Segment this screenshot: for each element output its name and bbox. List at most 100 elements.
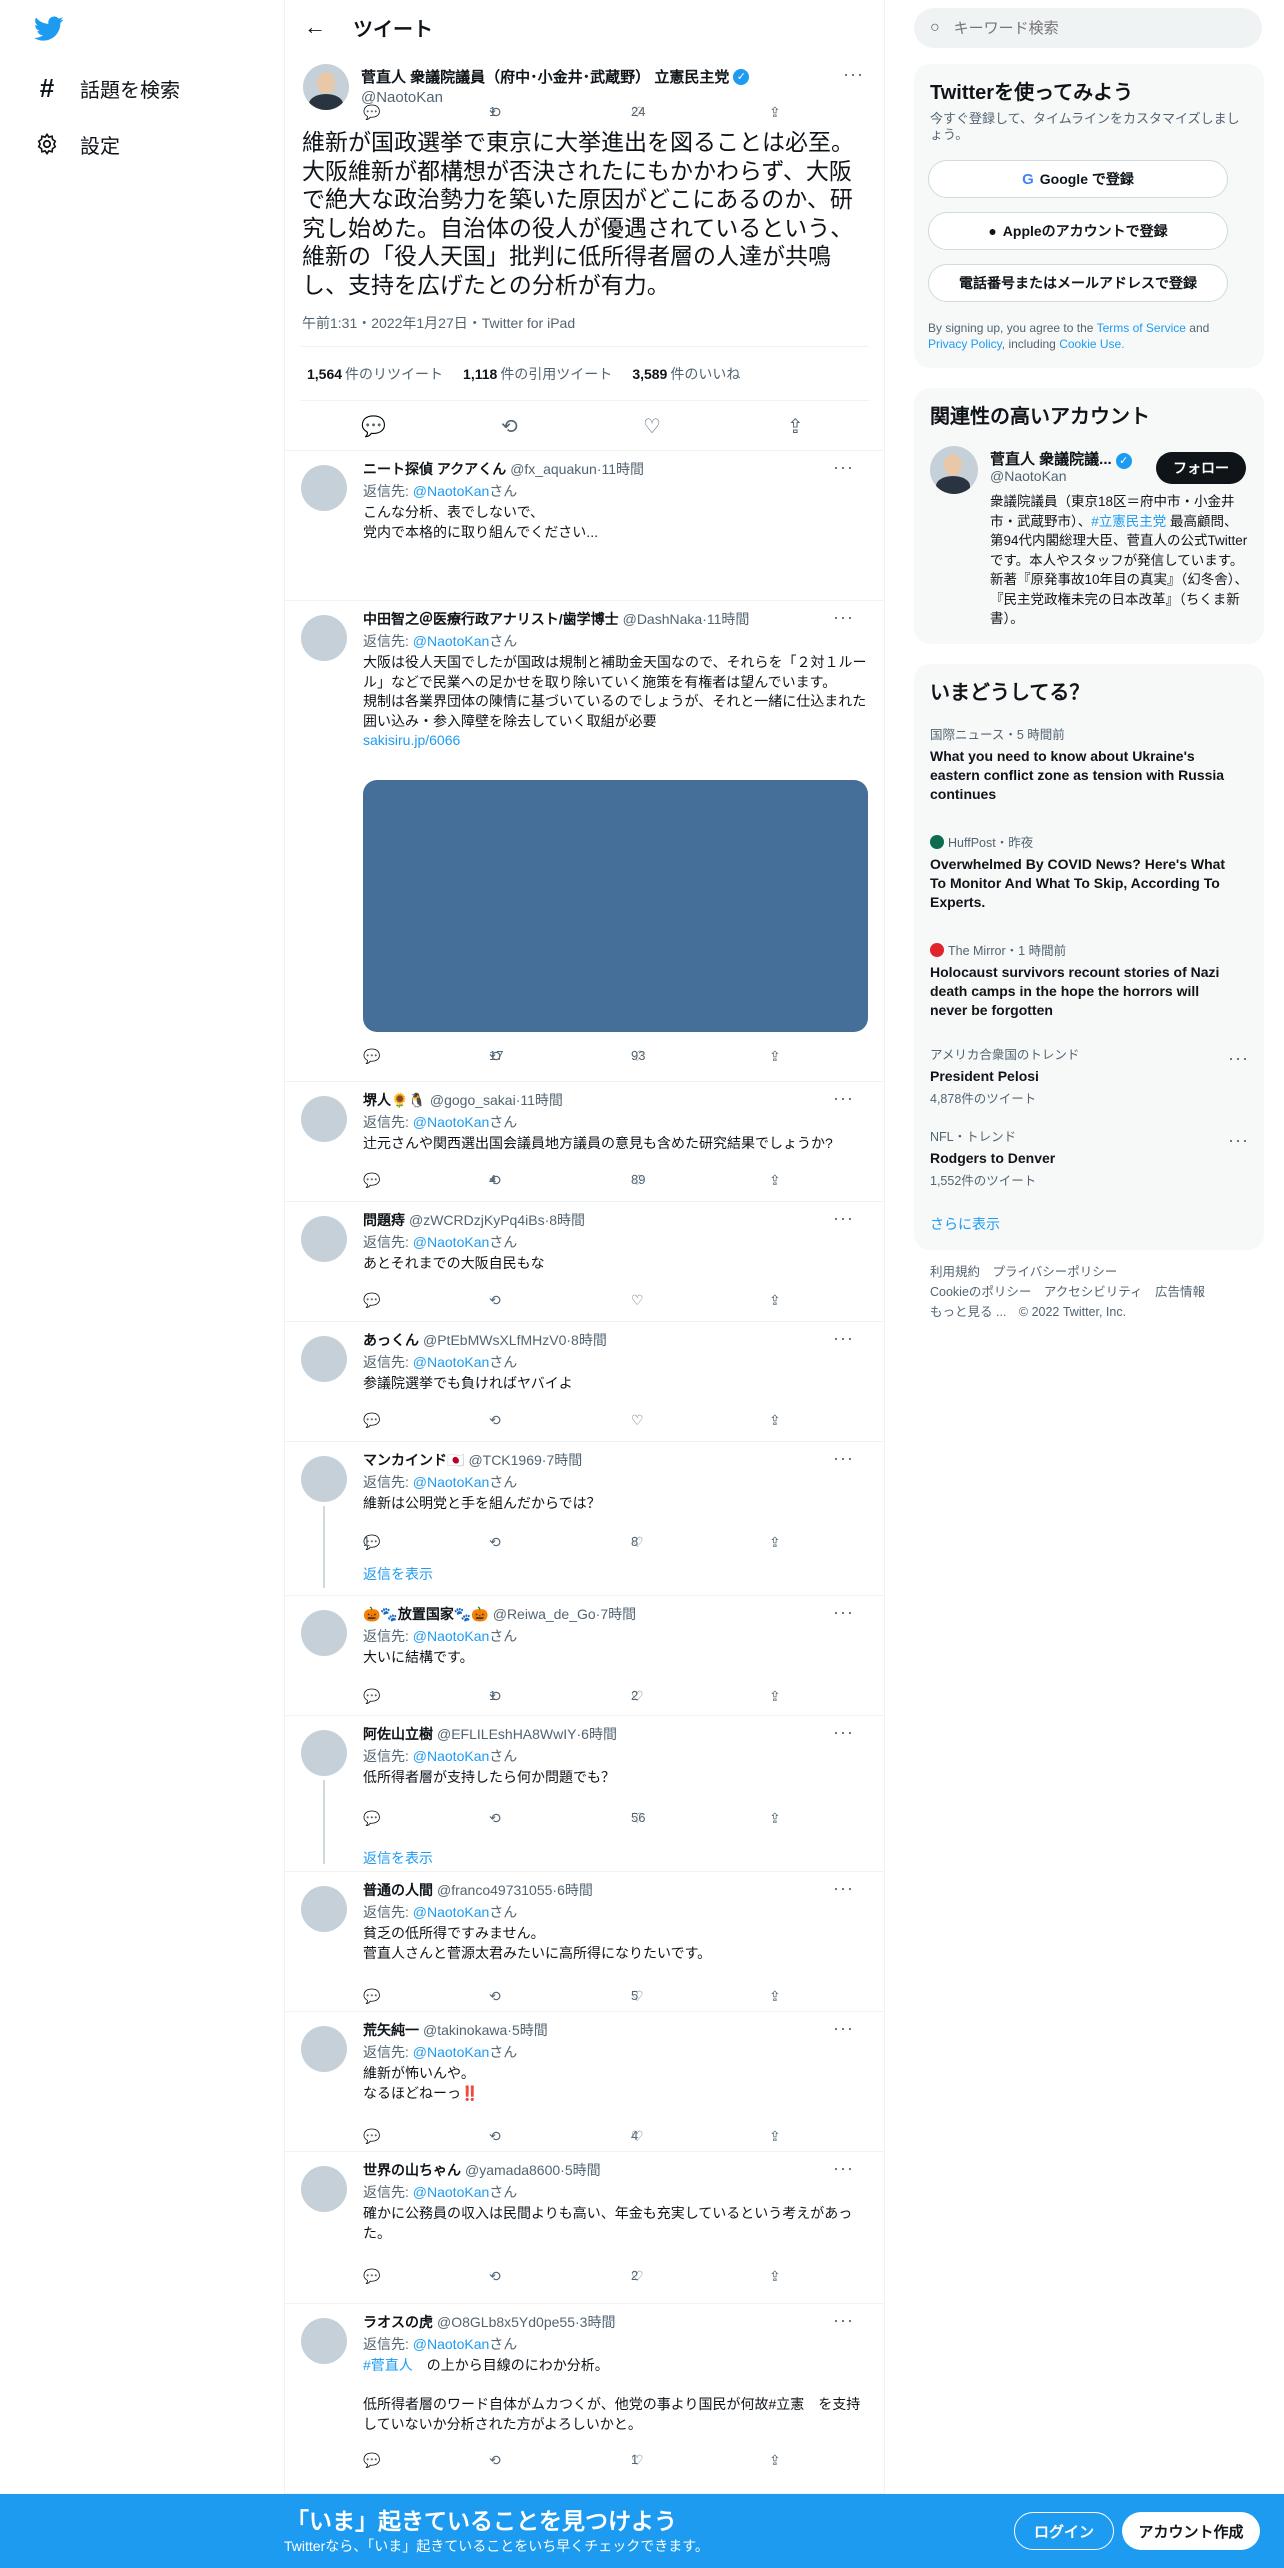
tweet-meta[interactable]: 午前1:31・2022年1月27日・Twitter for iPad bbox=[302, 313, 575, 333]
reply-author-name[interactable]: ニート探偵 アクアくん bbox=[363, 459, 506, 479]
twitter-logo-icon[interactable] bbox=[34, 16, 64, 42]
nav-explore[interactable]: # 話題を検索 bbox=[34, 68, 180, 108]
more-icon[interactable]: ··· bbox=[833, 1328, 854, 1349]
reply-time[interactable]: 5時間 bbox=[565, 2160, 601, 2180]
reply-author-name[interactable]: あっくん bbox=[363, 1330, 419, 1350]
more-icon[interactable]: ··· bbox=[833, 607, 854, 628]
more-icon[interactable]: ··· bbox=[833, 2310, 854, 2331]
reply-to-link[interactable]: @NaotoKan bbox=[413, 1628, 489, 1644]
reply-author-handle[interactable]: @yamada8600 bbox=[465, 2162, 560, 2178]
like-count[interactable]: 3,589 件のいいね bbox=[632, 364, 740, 384]
follow-button[interactable]: フォロー bbox=[1156, 452, 1246, 484]
reply-author-name[interactable]: 阿佐山立樹 bbox=[363, 1724, 433, 1744]
reply-author-handle[interactable]: @gogo_sakai bbox=[430, 1092, 516, 1108]
reply-author-name[interactable]: 問題痔 bbox=[363, 1210, 405, 1230]
more-icon[interactable]: ··· bbox=[1228, 1048, 1249, 1069]
author-name[interactable]: 菅直人 衆議院議員（府中･小金井･武蔵野） 立憲民主党 ✓ bbox=[361, 66, 750, 87]
reply-author-name[interactable]: 世界の山ちゃん bbox=[363, 2160, 461, 2180]
reply-hashtag[interactable]: #菅直人 bbox=[363, 2357, 413, 2373]
google-signup-button[interactable]: G Google で登録 bbox=[928, 160, 1228, 198]
reply-author-handle[interactable]: @takinokawa bbox=[423, 2022, 507, 2038]
quote-count[interactable]: 1,118 件の引用ツイート bbox=[463, 364, 612, 384]
avatar[interactable] bbox=[301, 615, 347, 661]
reply-time[interactable]: 5時間 bbox=[512, 2020, 548, 2040]
reply-tweet[interactable]: 荒矢純一 @takinokawa · 5時間 ··· 返信先: @NaotoKanさん 維新… bbox=[285, 2012, 885, 2152]
reply-tweet[interactable]: あっくん @PtEbMWsXLfMHzV0 · 8時間 ··· 返信先: @NaotoKa… bbox=[285, 1322, 885, 1442]
more-icon[interactable]: ··· bbox=[833, 1722, 854, 1743]
reply-author-handle[interactable]: @TCK1969 bbox=[468, 1452, 541, 1468]
reply-author-handle[interactable]: @O8GLb8x5Yd0pe55 bbox=[437, 2314, 575, 2330]
reply-to-link[interactable]: @NaotoKan bbox=[413, 1114, 489, 1130]
reply-author-handle[interactable]: @Reiwa_de_Go bbox=[493, 1606, 596, 1622]
reply-tweet[interactable]: ラオスの虎 @O8GLb8x5Yd0pe55 · 3時間 ··· 返信先: @NaotoK… bbox=[285, 2304, 885, 2494]
reply-tweet[interactable]: 堺人🌻🐧 @gogo_sakai · 11時間 ··· 返信先: @NaotoKanさん辻… bbox=[285, 1082, 885, 1202]
avatar[interactable] bbox=[930, 446, 978, 494]
reply-to-link[interactable]: @NaotoKan bbox=[413, 1354, 489, 1370]
reply-author-name[interactable]: 堺人🌻🐧 bbox=[363, 1090, 426, 1110]
reply-time[interactable]: 8時間 bbox=[571, 1330, 607, 1350]
reply-author-name[interactable]: 中田智之＠医療行政アナリスト/歯学博士 bbox=[363, 609, 619, 629]
trend-item[interactable]: NFL・トレンド Rodgers to Denver 1,552件のツイート bbox=[930, 1126, 1240, 1189]
more-icon[interactable]: ··· bbox=[833, 2018, 854, 2039]
more-icon[interactable]: ··· bbox=[833, 1448, 854, 1469]
reply-time[interactable]: 11時間 bbox=[520, 1090, 563, 1110]
reply-icon[interactable]: 💬 bbox=[361, 414, 386, 439]
reply-author-name[interactable]: マンカインド🇯🇵 bbox=[363, 1450, 464, 1470]
reply-author-handle[interactable]: @franco49731055 bbox=[437, 1882, 552, 1898]
retweet-icon[interactable]: ⟲ bbox=[501, 414, 518, 439]
more-icon[interactable]: ··· bbox=[833, 457, 854, 478]
reply-author-handle[interactable]: @PtEbMWsXLfMHzV0 bbox=[423, 1332, 566, 1348]
avatar[interactable] bbox=[301, 465, 347, 511]
avatar[interactable] bbox=[301, 1456, 347, 1502]
reply-author-handle[interactable]: @EFLILEshHA8WwIY bbox=[437, 1726, 576, 1742]
reply-time[interactable]: 7時間 bbox=[600, 1604, 636, 1624]
reply-to-link[interactable]: @NaotoKan bbox=[413, 483, 489, 499]
reply-to-link[interactable]: @NaotoKan bbox=[413, 1234, 489, 1250]
signup-button[interactable]: アカウント作成 bbox=[1122, 2512, 1260, 2550]
like-icon[interactable]: ♡ bbox=[643, 414, 661, 439]
trend-item[interactable]: The Mirror・1 時間前 Holocaust survivors rec… bbox=[930, 940, 1240, 1020]
back-arrow-icon[interactable]: ← bbox=[295, 7, 335, 47]
reply-tweet[interactable]: 中田智之＠医療行政アナリスト/歯学博士 @DashNaka · 11時間 ··· 返信先:… bbox=[285, 601, 885, 1082]
reply-time[interactable]: 7時間 bbox=[546, 1450, 582, 1470]
more-icon[interactable]: ··· bbox=[833, 2158, 854, 2179]
avatar[interactable] bbox=[301, 1610, 347, 1656]
avatar[interactable] bbox=[301, 1216, 347, 1262]
reply-time[interactable]: 8時間 bbox=[549, 1210, 585, 1230]
trend-item[interactable]: HuffPost・昨夜 Overwhelmed By COVID News? H… bbox=[930, 832, 1240, 912]
footer-line[interactable]: 利用規約 プライバシーポリシー bbox=[930, 1262, 1250, 1282]
avatar[interactable] bbox=[303, 64, 349, 110]
avatar[interactable] bbox=[301, 1886, 347, 1932]
more-icon[interactable]: ··· bbox=[833, 1878, 854, 1899]
reply-time[interactable]: 6時間 bbox=[581, 1724, 617, 1744]
trend-item[interactable]: アメリカ合衆国のトレンド President Pelosi 4,878件のツイー… bbox=[930, 1044, 1240, 1107]
reply-tweet[interactable]: 阿佐山立樹 @EFLILEshHA8WwIY · 6時間 ··· 返信先: @NaotoK… bbox=[285, 1716, 885, 1872]
reply-to-link[interactable]: @NaotoKan bbox=[413, 633, 489, 649]
reply-tweet[interactable]: 🎃🐾放置国家🐾🎃 @Reiwa_de_Go · 7時間 ··· 返信先: @NaotoKa… bbox=[285, 1596, 885, 1716]
reply-time[interactable]: 11時間 bbox=[601, 459, 644, 479]
apple-signup-button[interactable]: ● Appleのアカウントで登録 bbox=[928, 212, 1228, 250]
footer-line[interactable]: Cookieのポリシー アクセシビリティ 広告情報 bbox=[930, 1282, 1250, 1302]
retweet-count[interactable]: 1,564 件のリツイート bbox=[307, 364, 443, 384]
more-icon[interactable]: ··· bbox=[833, 1602, 854, 1623]
reply-time[interactable]: 3時間 bbox=[580, 2312, 616, 2332]
reply-link[interactable]: sakisiru.jp/6066 bbox=[363, 732, 460, 748]
reply-to-link[interactable]: @NaotoKan bbox=[413, 2044, 489, 2060]
phone-signup-button[interactable]: 電話番号またはメールアドレスで登録 bbox=[928, 264, 1228, 302]
more-icon[interactable]: ··· bbox=[833, 1088, 854, 1109]
avatar[interactable] bbox=[301, 1730, 347, 1776]
reply-author-name[interactable]: 荒矢純一 bbox=[363, 2020, 419, 2040]
show-more-link[interactable]: さらに表示 bbox=[930, 1214, 1000, 1234]
footer-line[interactable]: もっと見る ... © 2022 Twitter, Inc. bbox=[930, 1302, 1250, 1322]
reply-to-link[interactable]: @NaotoKan bbox=[413, 1904, 489, 1920]
more-icon[interactable]: ··· bbox=[843, 64, 864, 85]
reply-tweet[interactable]: マンカインド🇯🇵 @TCK1969 · 7時間 ··· 返信先: @NaotoKanさん維… bbox=[285, 1442, 885, 1596]
media-preview[interactable] bbox=[363, 780, 868, 1032]
more-icon[interactable]: ··· bbox=[833, 1208, 854, 1229]
privacy-link[interactable]: Privacy Policy bbox=[928, 337, 1002, 351]
reply-to-link[interactable]: @NaotoKan bbox=[413, 1748, 489, 1764]
reply-author-handle[interactable]: @fx_aquakun bbox=[510, 461, 597, 477]
nav-settings[interactable]: 設定 bbox=[34, 124, 120, 164]
share-icon[interactable]: ⇪ bbox=[787, 414, 804, 439]
show-replies-link[interactable]: 返信を表示 bbox=[363, 1848, 433, 1868]
